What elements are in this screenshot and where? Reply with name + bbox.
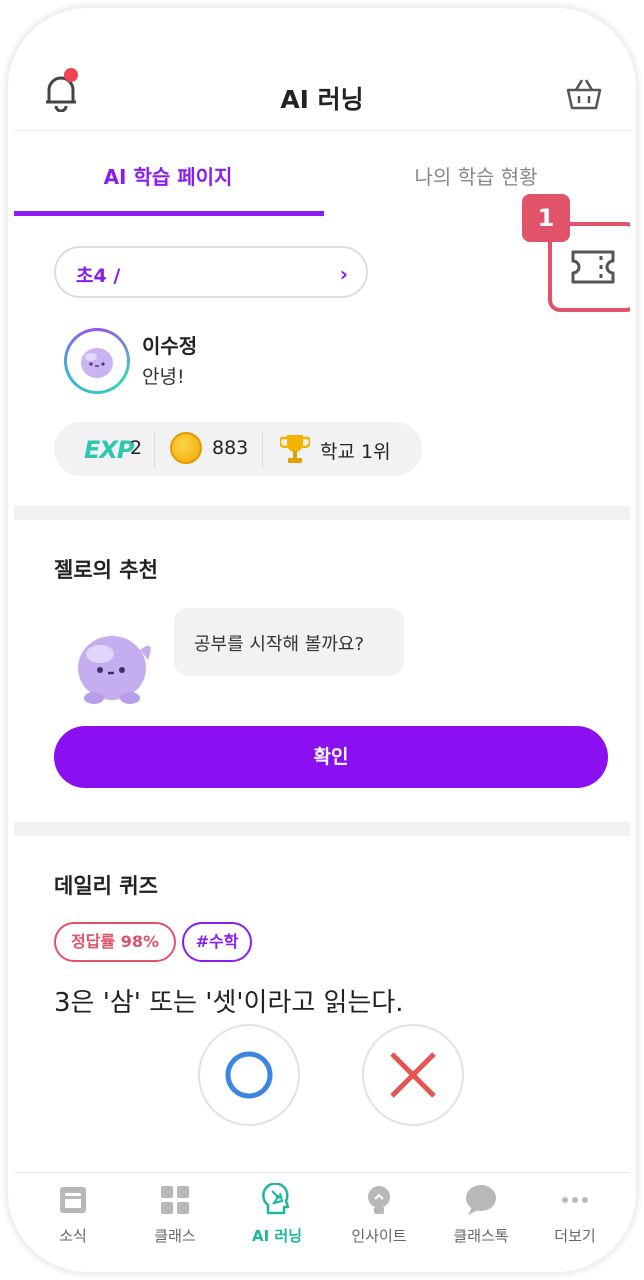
coin-value: 883 (212, 437, 249, 459)
nav-label: 더보기 (554, 1227, 596, 1245)
quiz-question: 3은 '삼' 또는 '셋'이라고 읽는다. (54, 988, 404, 1018)
chat-icon (466, 1185, 496, 1215)
divider (154, 432, 155, 468)
ticket-icon (571, 250, 615, 284)
tab-ai-learning-page[interactable]: AI 학습 페이지 (14, 161, 322, 190)
avatar[interactable] (64, 328, 130, 394)
nav-label: 인사이트 (351, 1227, 407, 1245)
divider (262, 432, 263, 468)
school-rank: 학교 1위 (320, 441, 391, 463)
news-icon (60, 1187, 86, 1213)
ai-brain-icon (262, 1183, 290, 1215)
trophy-icon (280, 435, 310, 463)
chevron-right-icon: › (339, 262, 348, 286)
circle-o-icon (225, 1051, 273, 1099)
daily-quiz-card: 데일리 퀴즈 정답률 98% #수학 3은 '삼' 또는 '셋'이라고 읽는다. (14, 836, 630, 1176)
recommendation-title: 젤로의 추천 (54, 558, 158, 582)
lightbulb-icon (368, 1186, 390, 1214)
profile-card: 초4 / › 이수정 안녕! EXP 2 883 학교 1위 (14, 216, 630, 506)
nav-label: 클래스톡 (453, 1227, 509, 1245)
grade-selector[interactable]: 초4 / › (54, 246, 368, 298)
nav-item-ai-learning[interactable]: AI 러닝 (226, 1173, 328, 1272)
stats-bar: EXP 2 883 학교 1위 (54, 422, 422, 476)
grade-label: 초4 / (76, 265, 121, 287)
nav-label: AI 러닝 (251, 1227, 302, 1245)
accuracy-tag: 정답률 98% (54, 922, 176, 962)
tab-my-learning-status[interactable]: 나의 학습 현황 (322, 161, 630, 190)
subject-tag: #수학 (182, 922, 252, 962)
phone-frame: AI 러닝 AI 학습 페이지 나의 학습 현황 초4 / › 이수정 안녕! … (8, 8, 636, 1272)
answer-x-button[interactable] (362, 1024, 464, 1126)
user-greeting: 안녕! (142, 366, 185, 388)
confirm-button[interactable]: 확인 (54, 726, 608, 788)
step-badge: 1 (522, 194, 570, 242)
coin-icon (170, 432, 202, 464)
user-name: 이수정 (142, 334, 198, 358)
basket-icon[interactable] (566, 78, 602, 110)
mascot-icon (78, 636, 151, 704)
page-title: AI 러닝 (280, 85, 364, 114)
answer-o-button[interactable] (198, 1024, 300, 1126)
nav-item-insight[interactable]: 인사이트 (328, 1173, 430, 1272)
quiz-title: 데일리 퀴즈 (54, 874, 158, 898)
exp-label: EXP (84, 436, 134, 464)
grid-icon (161, 1186, 189, 1214)
cross-x-icon (390, 1052, 436, 1098)
nav-item-more[interactable]: 더보기 (524, 1173, 626, 1272)
screen: AI 러닝 AI 학습 페이지 나의 학습 현황 초4 / › 이수정 안녕! … (14, 8, 630, 1272)
bottom-nav: 소식 클래스 AI 러닝 인사이트 클래스톡 더보기 (14, 1172, 630, 1272)
exp-value: 2 (130, 437, 143, 459)
recommendation-message: 공부를 시작해 볼까요? (194, 634, 365, 655)
nav-item-classtalk[interactable]: 클래스톡 (430, 1173, 532, 1272)
nav-item-news[interactable]: 소식 (22, 1173, 124, 1272)
nav-label: 소식 (59, 1227, 87, 1245)
more-icon (562, 1197, 588, 1203)
mascot-avatar-icon (81, 348, 113, 378)
nav-item-class[interactable]: 클래스 (124, 1173, 226, 1272)
speech-bubble: 공부를 시작해 볼까요? (174, 608, 404, 676)
recommendation-card: 젤로의 추천 공부를 시작해 볼까요? 확인 (14, 520, 630, 822)
app-header: AI 러닝 (14, 8, 630, 130)
nav-label: 클래스 (154, 1227, 196, 1245)
